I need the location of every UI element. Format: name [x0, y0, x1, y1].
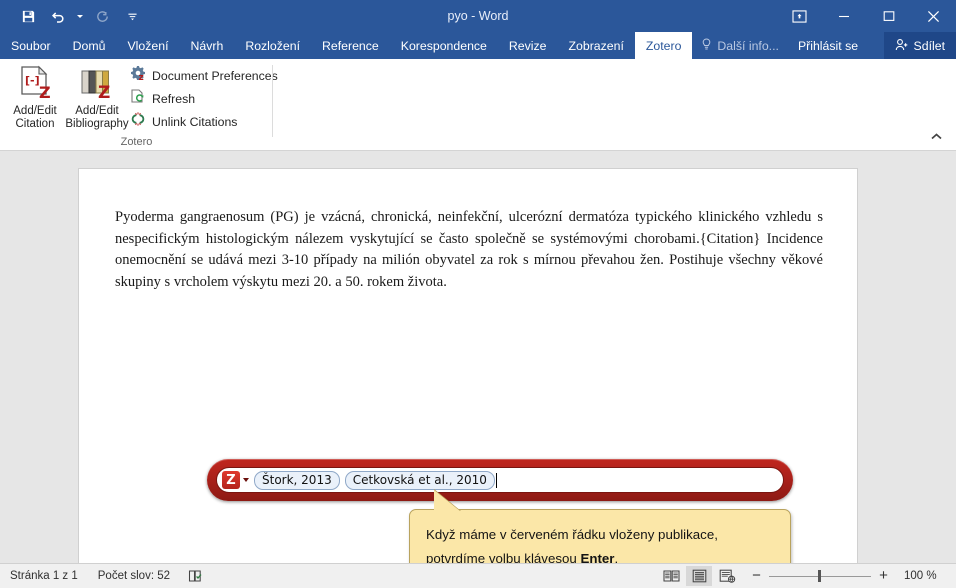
tab-rozlozeni[interactable]: Rozložení: [234, 32, 311, 59]
unlink-citations-label: Unlink Citations: [152, 114, 238, 129]
web-layout-button[interactable]: [714, 566, 740, 586]
callout-text: Když máme v červeném řádku vloženy publi…: [410, 510, 790, 563]
ribbon-collapse-button[interactable]: [926, 127, 946, 145]
zotero-menu-chevron-icon[interactable]: [243, 478, 249, 482]
maximize-button[interactable]: [866, 0, 911, 32]
share-button[interactable]: Sdílet: [883, 32, 956, 59]
sign-in-button[interactable]: Přihlásit se: [788, 32, 868, 59]
callout-text-before: Když máme v červeném řádku vloženy publi…: [426, 527, 718, 563]
zoom-slider-thumb[interactable]: [818, 570, 821, 582]
proofing-book-icon[interactable]: [180, 569, 212, 583]
read-mode-button[interactable]: [658, 566, 684, 586]
svg-text:Z: Z: [98, 83, 110, 103]
svg-text:z: z: [139, 73, 144, 81]
word-window: pyo - Word Soubor Domů Vložení Návrh Roz…: [0, 0, 956, 588]
page-indicator[interactable]: Stránka 1 z 1: [0, 570, 88, 582]
document-preferences-button[interactable]: z Document Preferences: [130, 66, 278, 85]
unlink-citations-button[interactable]: Unlink Citations: [130, 112, 278, 131]
add-edit-citation-icon: [-] Z: [18, 63, 52, 103]
callout-text-after: .: [614, 551, 619, 563]
status-bar: Stránka 1 z 1 Počet slov: 52 − + 100 %: [0, 563, 956, 588]
tell-me-box[interactable]: Další info...: [692, 32, 788, 59]
add-edit-citation-label: Add/Edit Citation: [13, 105, 57, 130]
window-controls: [777, 0, 956, 32]
zoom-in-button[interactable]: +: [877, 568, 890, 583]
document-paragraph[interactable]: Pyoderma gangraenosum (PG) je vzácná, ch…: [115, 207, 823, 293]
share-person-icon: [895, 38, 909, 54]
zotero-citation-bar[interactable]: Z Štork, 2013 Cetkovská et al., 2010: [207, 459, 793, 501]
tell-me-label: Další info...: [717, 38, 779, 53]
print-layout-button[interactable]: [686, 566, 712, 586]
refresh-icon: [130, 88, 146, 109]
zoom-control: − + 100 %: [750, 568, 944, 583]
tab-korespondence[interactable]: Korespondence: [390, 32, 498, 59]
citation-bubble[interactable]: Štork, 2013: [254, 470, 340, 490]
ribbon-group-divider: [272, 65, 273, 137]
citation-input-field[interactable]: Z Štork, 2013 Cetkovská et al., 2010: [216, 467, 784, 493]
word-count[interactable]: Počet slov: 52: [88, 570, 180, 582]
document-page[interactable]: Pyoderma gangraenosum (PG) je vzácná, ch…: [78, 168, 858, 563]
tab-soubor[interactable]: Soubor: [0, 32, 62, 59]
callout-keyword: Enter: [580, 551, 615, 563]
tab-reference[interactable]: Reference: [311, 32, 390, 59]
citation-bubble[interactable]: Cetkovská et al., 2010: [344, 470, 495, 490]
refresh-button[interactable]: Refresh: [130, 89, 278, 108]
tab-revize[interactable]: Revize: [498, 32, 558, 59]
ribbon-body: [-] Z Add/Edit Citation Z Add/Edit Bibli…: [0, 59, 956, 151]
document-area[interactable]: Pyoderma gangraenosum (PG) je vzácná, ch…: [0, 151, 956, 563]
ribbon-group-label: Zotero: [120, 136, 153, 148]
text-cursor: [495, 472, 497, 488]
tab-zobrazeni[interactable]: Zobrazení: [558, 32, 635, 59]
customize-qat-button[interactable]: [118, 3, 146, 29]
undo-dropdown-icon[interactable]: [74, 3, 86, 29]
ribbon-tab-bar: Soubor Domů Vložení Návrh Rozložení Refe…: [0, 32, 956, 59]
document-preferences-label: Document Preferences: [152, 68, 278, 83]
quick-access-toolbar: [0, 3, 146, 29]
document-preferences-icon: z: [130, 65, 146, 86]
zotero-small-commands: z Document Preferences Refresh Unlink Ci…: [130, 66, 278, 131]
zotero-logo-icon[interactable]: Z: [222, 471, 240, 489]
add-edit-bibliography-icon: Z: [79, 63, 115, 103]
status-bar-right: − + 100 %: [658, 566, 956, 586]
tab-vlozeni[interactable]: Vložení: [116, 32, 179, 59]
share-label: Sdílet: [913, 38, 945, 53]
unlink-citations-icon: [130, 111, 146, 132]
zoom-slider[interactable]: [769, 570, 871, 582]
close-button[interactable]: [911, 0, 956, 32]
title-bar: pyo - Word: [0, 0, 956, 32]
ribbon-display-options-button[interactable]: [777, 0, 821, 32]
tab-domu[interactable]: Domů: [62, 32, 117, 59]
lightbulb-icon: [701, 37, 712, 54]
ribbon-group-zotero: [-] Z Add/Edit Citation Z Add/Edit Bibli…: [0, 59, 278, 151]
tab-navrh[interactable]: Návrh: [180, 32, 235, 59]
tab-zotero[interactable]: Zotero: [634, 32, 693, 59]
callout-tail: [434, 490, 460, 511]
refresh-label: Refresh: [152, 91, 196, 106]
add-edit-citation-button[interactable]: [-] Z Add/Edit Citation: [4, 63, 66, 131]
svg-text:[-]: [-]: [25, 74, 40, 87]
zoom-percent-label[interactable]: 100 %: [904, 570, 944, 582]
instruction-callout: Když máme v červeném řádku vloženy publi…: [409, 489, 791, 563]
add-edit-bibliography-label: Add/Edit Bibliography: [65, 105, 129, 130]
add-edit-bibliography-button[interactable]: Z Add/Edit Bibliography: [60, 63, 134, 131]
redo-button[interactable]: [88, 3, 116, 29]
zoom-out-button[interactable]: −: [750, 568, 763, 583]
svg-text:Z: Z: [39, 83, 51, 102]
minimize-button[interactable]: [821, 0, 866, 32]
undo-button[interactable]: [44, 3, 72, 29]
save-button[interactable]: [14, 3, 42, 29]
